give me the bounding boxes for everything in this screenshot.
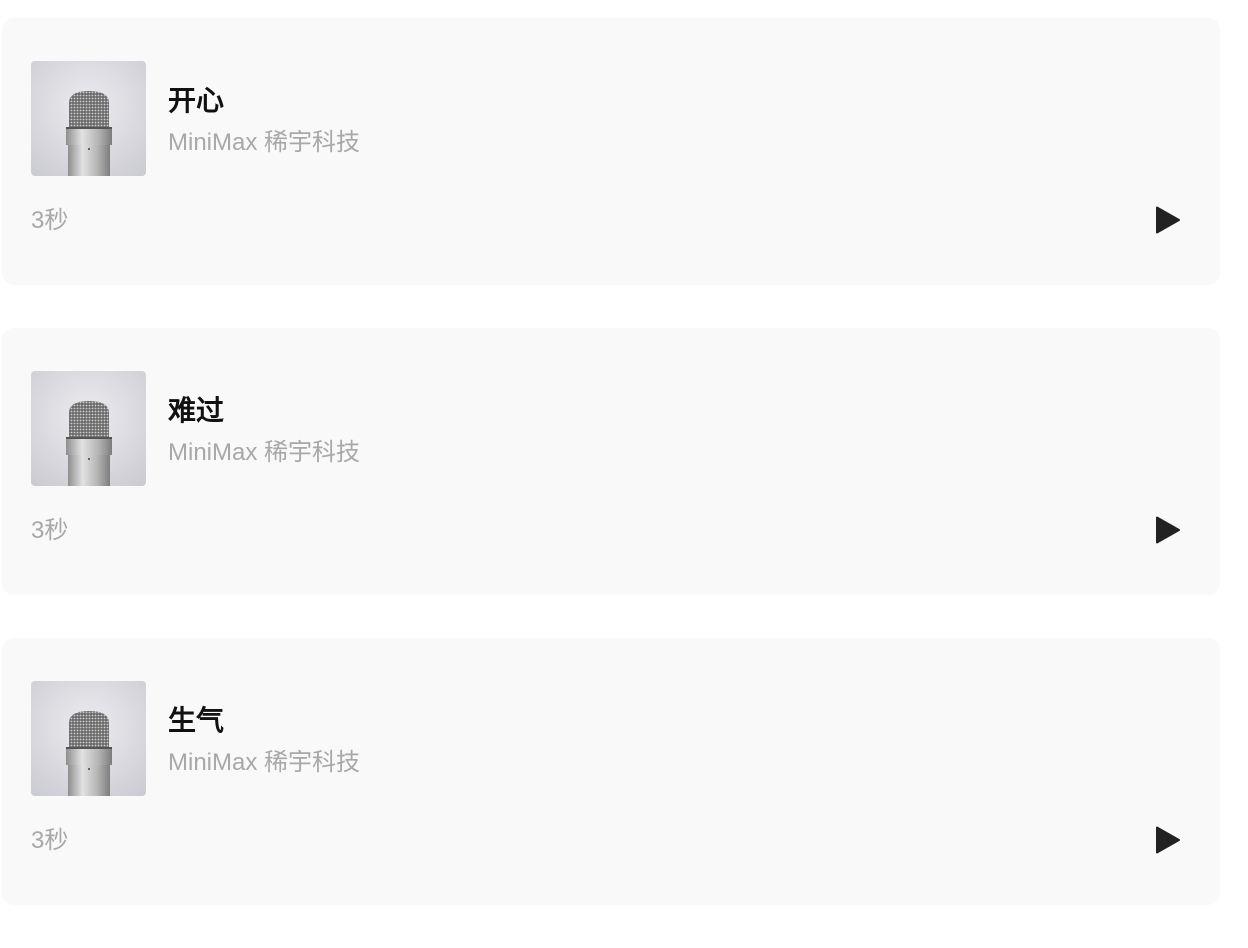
voice-title: 难过: [168, 395, 225, 426]
voice-duration: 3秒: [31, 207, 69, 234]
voice-title: 生气: [168, 705, 225, 736]
play-button[interactable]: [1152, 514, 1184, 546]
voice-duration: 3秒: [31, 827, 69, 854]
play-button[interactable]: [1152, 204, 1184, 236]
voice-author: MiniMax 稀宇科技: [168, 439, 361, 466]
play-button[interactable]: [1152, 824, 1184, 856]
voice-author: MiniMax 稀宇科技: [168, 749, 361, 776]
play-icon: [1156, 206, 1180, 234]
voice-duration: 3秒: [31, 517, 69, 544]
voice-card[interactable]: 生气 MiniMax 稀宇科技 3秒: [2, 638, 1220, 905]
voice-title: 开心: [168, 85, 225, 116]
voice-card[interactable]: 难过 MiniMax 稀宇科技 3秒: [2, 328, 1220, 595]
voice-list: 开心 MiniMax 稀宇科技 3秒 难过 MiniMax 稀宇科技 3秒 生气…: [2, 18, 1220, 948]
microphone-icon: [31, 371, 146, 486]
microphone-icon: [31, 681, 146, 796]
voice-card[interactable]: 开心 MiniMax 稀宇科技 3秒: [2, 18, 1220, 285]
microphone-icon: [31, 61, 146, 176]
voice-author: MiniMax 稀宇科技: [168, 129, 361, 156]
play-icon: [1156, 826, 1180, 854]
play-icon: [1156, 516, 1180, 544]
